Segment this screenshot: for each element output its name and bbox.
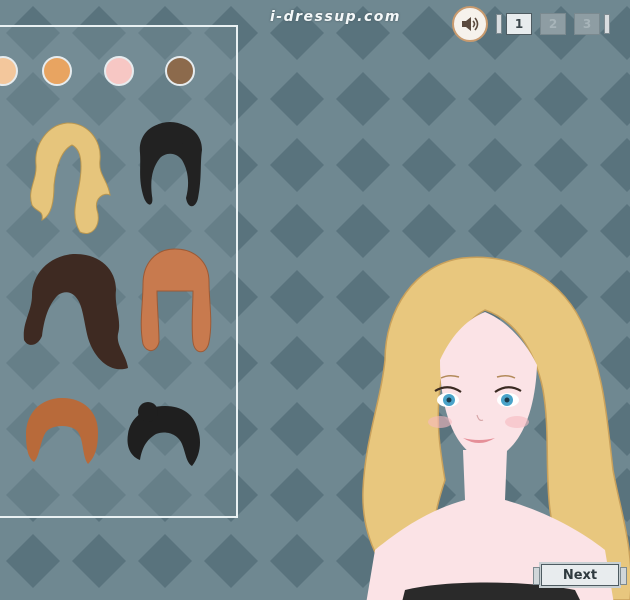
speaker-icon bbox=[462, 17, 479, 31]
page-2-button[interactable]: 2 bbox=[540, 13, 566, 35]
hair-side-bun-black-icon bbox=[127, 402, 200, 466]
skin-tone-swatch-4[interactable] bbox=[165, 56, 195, 86]
model-figure bbox=[362, 256, 630, 600]
hairstyle-updo-black[interactable] bbox=[130, 118, 210, 213]
sound-toggle-button[interactable] bbox=[452, 6, 488, 42]
hairstyle-side-bun-black[interactable] bbox=[120, 400, 205, 470]
next-button[interactable]: Next bbox=[533, 564, 627, 586]
hair-updo-black-icon bbox=[139, 122, 202, 207]
hairstyle-bob-copper[interactable] bbox=[22, 396, 102, 468]
page-3-button[interactable]: 3 bbox=[574, 13, 600, 35]
hair-bob-copper-icon bbox=[26, 398, 98, 464]
page-bar-left-cap bbox=[496, 14, 502, 34]
hair-long-wavy-blonde-icon bbox=[30, 122, 111, 234]
page-bar-right-cap bbox=[604, 14, 610, 34]
dressup-model bbox=[345, 250, 630, 600]
page-1-button[interactable]: 1 bbox=[506, 13, 532, 35]
hair-long-layered-brown-icon bbox=[23, 253, 129, 370]
hairstyle-long-bangs-auburn[interactable] bbox=[135, 246, 215, 361]
game-stage: i-dressup.com 1 2 3 Next bbox=[0, 0, 630, 600]
hairstyle-long-layered-brown[interactable] bbox=[18, 250, 138, 380]
page-selector: 1 2 3 bbox=[496, 11, 610, 37]
skin-tone-swatch-3[interactable] bbox=[104, 56, 134, 86]
hair-long-bangs-auburn-icon bbox=[140, 248, 212, 353]
hairstyle-long-wavy-blonde[interactable] bbox=[22, 120, 122, 240]
site-logo[interactable]: i-dressup.com bbox=[270, 9, 401, 25]
skin-tone-swatch-2[interactable] bbox=[42, 56, 72, 86]
